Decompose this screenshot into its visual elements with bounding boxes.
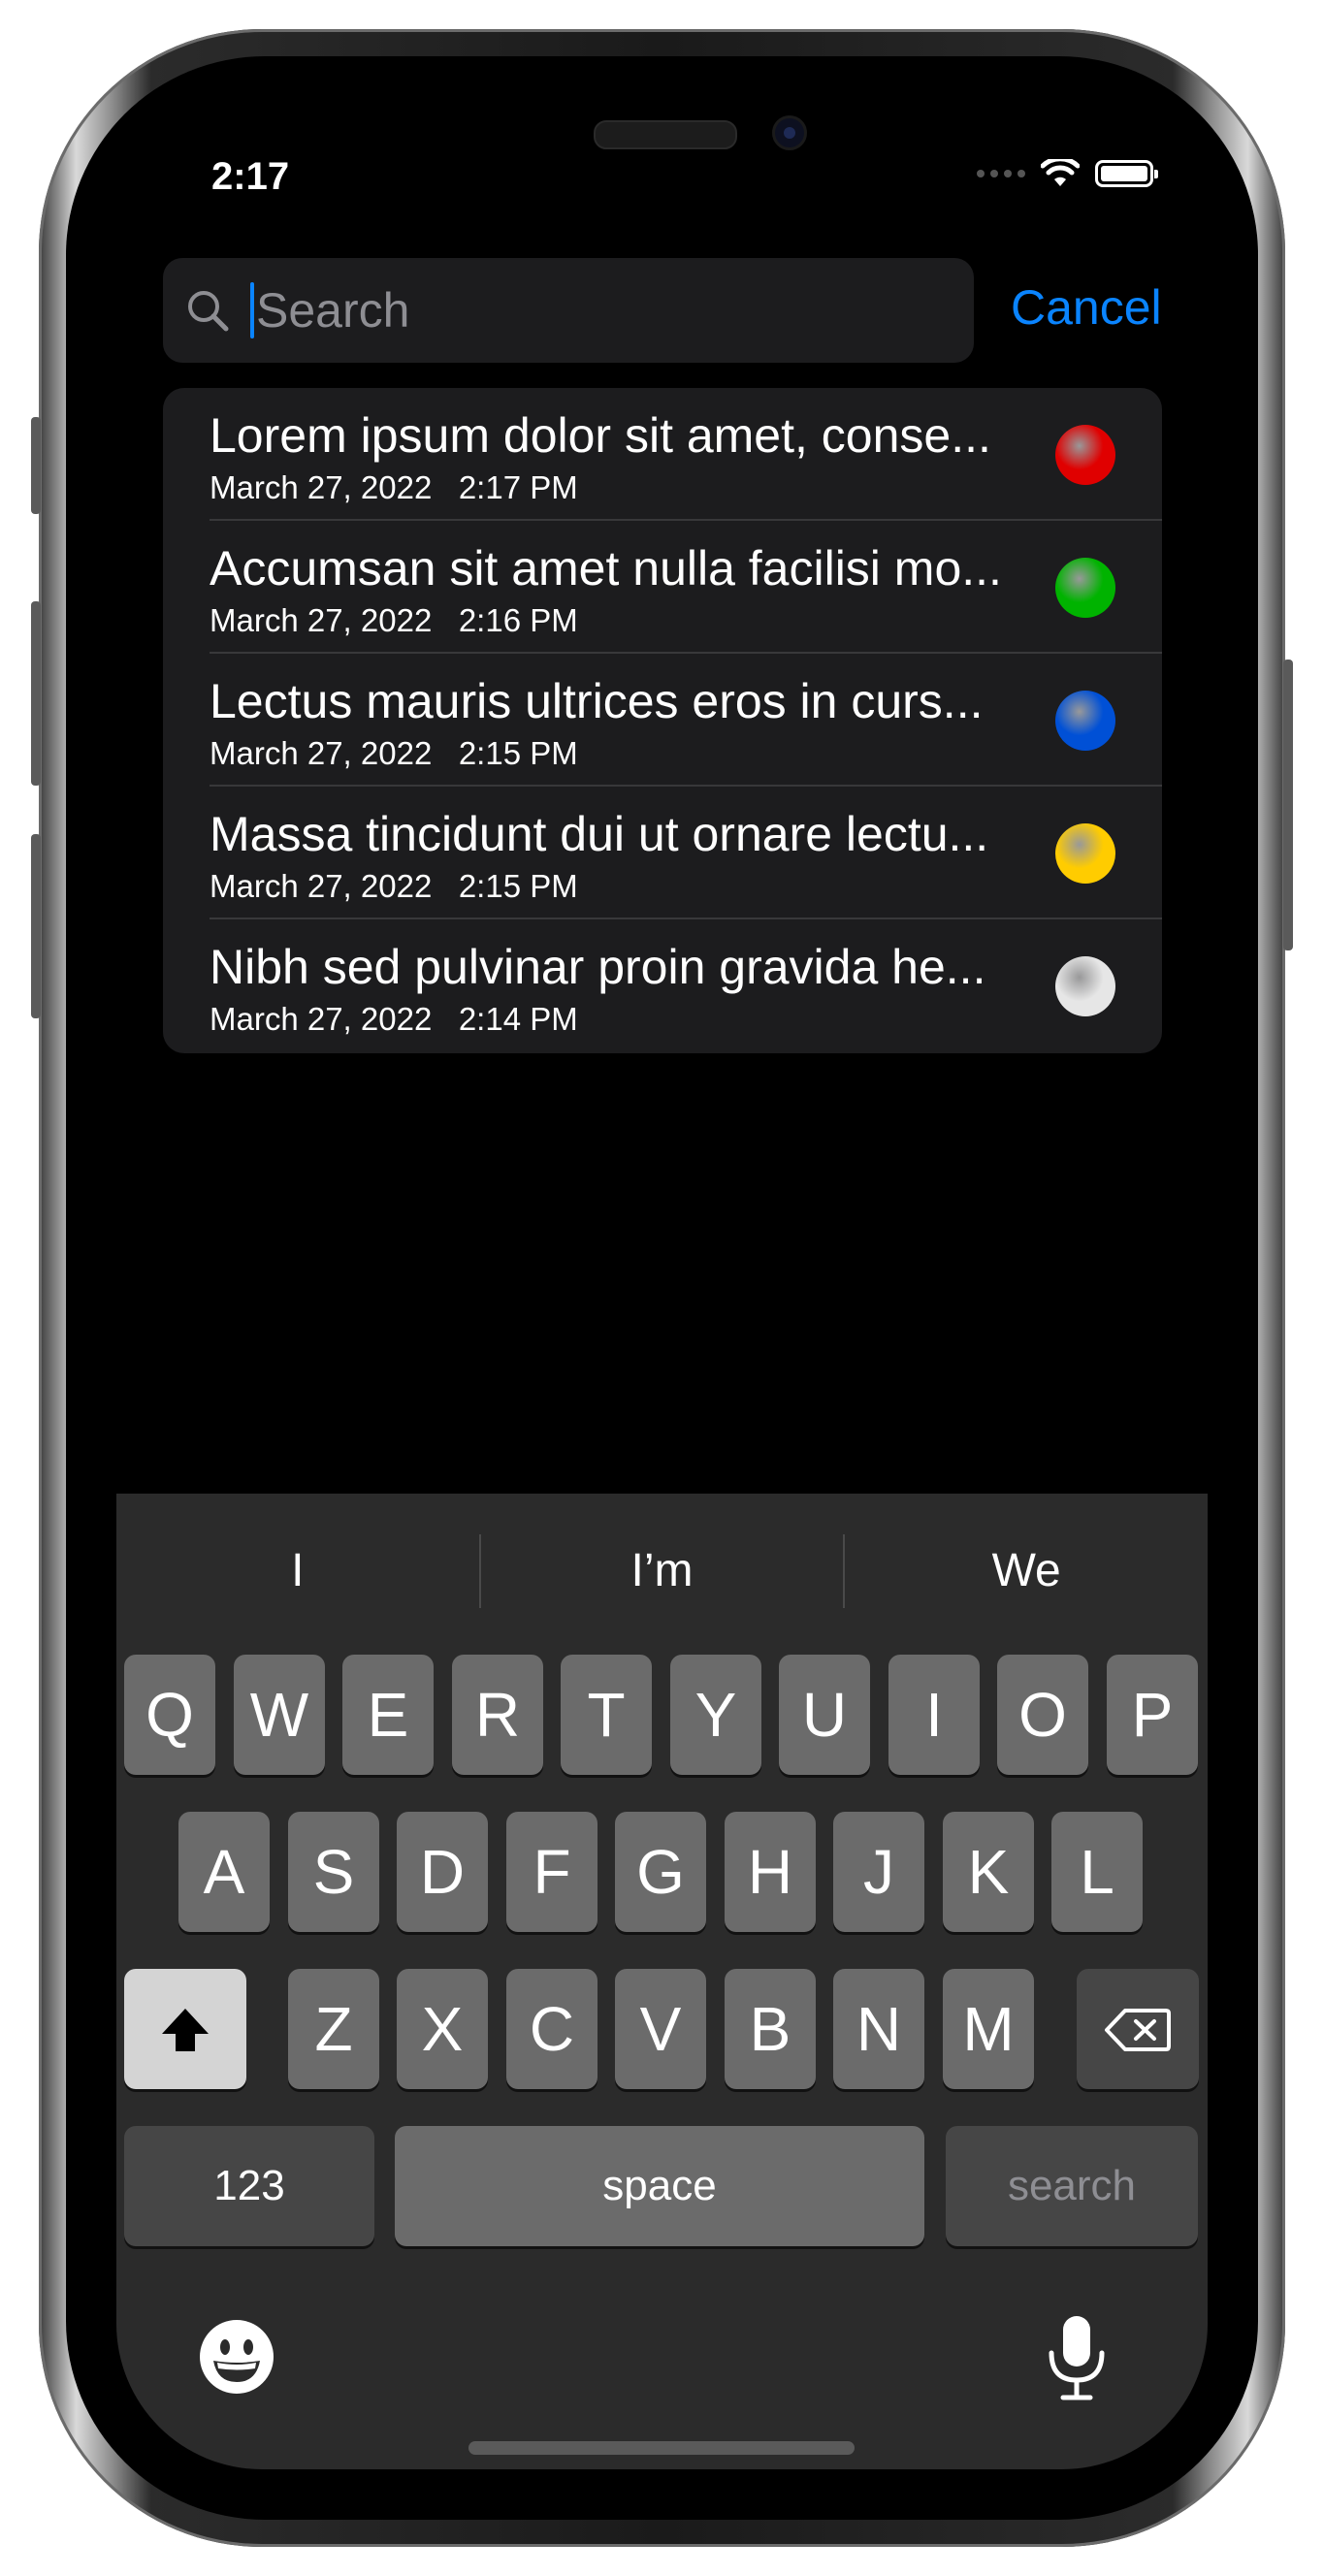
color-dot-icon <box>1055 691 1115 751</box>
color-dot-icon <box>1055 823 1115 884</box>
key-m[interactable]: M <box>943 1969 1034 2089</box>
delete-key[interactable] <box>1077 1969 1199 2089</box>
home-indicator[interactable] <box>468 2441 855 2455</box>
list-item[interactable]: Lectus mauris ultrices eros in curs... M… <box>163 654 1162 787</box>
note-timestamp: March 27, 2022 2:17 PM <box>210 469 578 505</box>
emoji-icon[interactable] <box>198 2318 275 2396</box>
key-s[interactable]: S <box>288 1812 379 1932</box>
search-bar[interactable] <box>163 258 974 363</box>
key-k[interactable]: K <box>943 1812 1034 1932</box>
list-item[interactable]: Massa tincidunt dui ut ornare lectu... M… <box>163 787 1162 919</box>
key-c[interactable]: C <box>506 1969 597 2089</box>
text-cursor <box>250 282 254 338</box>
earpiece-speaker <box>594 120 737 149</box>
key-p[interactable]: P <box>1107 1655 1198 1775</box>
key-w[interactable]: W <box>234 1655 325 1775</box>
cellular-signal-icon <box>977 170 1025 177</box>
key-e[interactable]: E <box>342 1655 434 1775</box>
key-z[interactable]: Z <box>288 1969 379 2089</box>
note-title: Nibh sed pulvinar proin gravida he... <box>210 940 986 994</box>
note-title: Massa tincidunt dui ut ornare lectu... <box>210 807 989 861</box>
color-dot-icon <box>1055 558 1115 618</box>
shift-arrow-icon <box>162 2009 209 2052</box>
search-input[interactable] <box>256 282 916 338</box>
key-t[interactable]: T <box>561 1655 652 1775</box>
front-camera <box>772 115 807 150</box>
note-timestamp: March 27, 2022 2:14 PM <box>210 1001 578 1037</box>
volume-up-button <box>31 601 41 786</box>
key-q[interactable]: Q <box>124 1655 215 1775</box>
cancel-button[interactable]: Cancel <box>1011 279 1162 336</box>
key-h[interactable]: H <box>725 1812 816 1932</box>
status-time: 2:17 <box>211 155 290 198</box>
key-f[interactable]: F <box>506 1812 597 1932</box>
numbers-key[interactable]: 123 <box>124 2126 374 2246</box>
search-key[interactable]: search <box>946 2126 1198 2246</box>
key-g[interactable]: G <box>615 1812 706 1932</box>
volume-down-button <box>31 834 41 1018</box>
shift-key[interactable] <box>124 1969 246 2089</box>
notes-list: Lorem ipsum dolor sit amet, conse... Mar… <box>163 388 1162 1053</box>
screen: 2:17 Cancel Lorem ipsum dolor sit amet, … <box>116 107 1208 2469</box>
color-dot-icon <box>1055 425 1115 485</box>
key-j[interactable]: J <box>833 1812 924 1932</box>
key-o[interactable]: O <box>997 1655 1088 1775</box>
key-l[interactable]: L <box>1051 1812 1143 1932</box>
silent-switch <box>31 417 41 514</box>
key-x[interactable]: X <box>397 1969 488 2089</box>
power-button <box>1283 660 1293 950</box>
prediction-suggestion[interactable]: We <box>845 1534 1208 1608</box>
note-title: Lorem ipsum dolor sit amet, conse... <box>210 408 991 463</box>
key-b[interactable]: B <box>725 1969 816 2089</box>
note-title: Accumsan sit amet nulla facilisi mo... <box>210 541 1002 596</box>
note-timestamp: March 27, 2022 2:15 PM <box>210 735 578 771</box>
note-timestamp: March 27, 2022 2:15 PM <box>210 868 578 904</box>
key-d[interactable]: D <box>397 1812 488 1932</box>
predictive-bar: I I’m We <box>116 1494 1208 1649</box>
microphone-icon[interactable] <box>1046 2314 1108 2401</box>
key-y[interactable]: Y <box>670 1655 761 1775</box>
key-r[interactable]: R <box>452 1655 543 1775</box>
list-item[interactable]: Accumsan sit amet nulla facilisi mo... M… <box>163 521 1162 654</box>
status-indicators <box>977 159 1158 188</box>
search-icon <box>188 291 229 332</box>
color-dot-icon <box>1055 956 1115 1016</box>
delete-icon <box>1105 2009 1171 2052</box>
key-u[interactable]: U <box>779 1655 870 1775</box>
prediction-suggestion[interactable]: I’m <box>481 1534 844 1608</box>
list-item[interactable]: Nibh sed pulvinar proin gravida he... Ma… <box>163 919 1162 1052</box>
keyboard: I I’m We Q W E R T Y U I O P A S D F G H… <box>116 1494 1208 2469</box>
space-key[interactable]: space <box>395 2126 924 2246</box>
prediction-suggestion[interactable]: I <box>116 1534 479 1608</box>
key-i[interactable]: I <box>888 1655 980 1775</box>
note-timestamp: March 27, 2022 2:16 PM <box>210 602 578 638</box>
key-v[interactable]: V <box>615 1969 706 2089</box>
battery-icon <box>1095 160 1158 187</box>
wifi-icon <box>1041 159 1080 186</box>
key-n[interactable]: N <box>833 1969 924 2089</box>
list-item[interactable]: Lorem ipsum dolor sit amet, conse... Mar… <box>163 388 1162 521</box>
key-a[interactable]: A <box>178 1812 270 1932</box>
note-title: Lectus mauris ultrices eros in curs... <box>210 674 984 728</box>
